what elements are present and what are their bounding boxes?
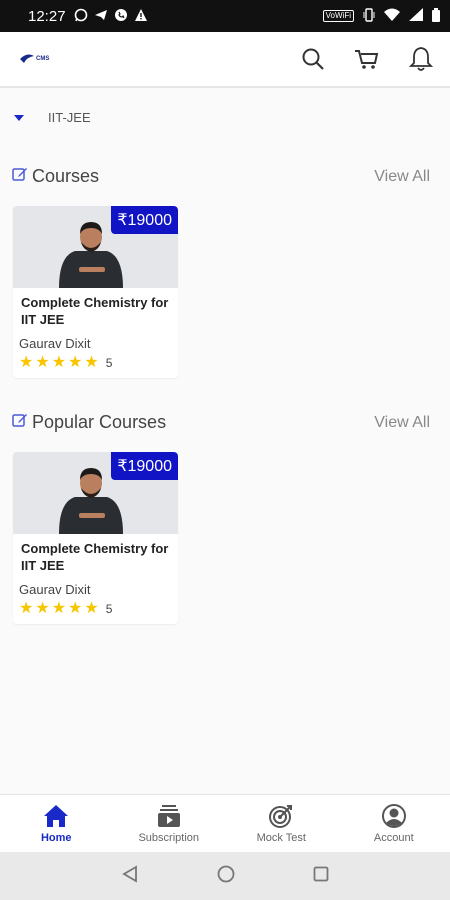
signal-icon — [409, 8, 423, 24]
star-icon: ★ — [84, 600, 99, 617]
status-bar: 12:27 VoWiFi — [0, 0, 450, 32]
bell-icon[interactable] — [408, 46, 434, 72]
star-icon: ★ — [35, 354, 50, 371]
home-icon — [44, 804, 69, 827]
course-card[interactable]: ₹19000 Complete Chemistry for IIT JEE Ga… — [13, 452, 178, 624]
system-nav-bar — [0, 852, 450, 900]
vowifi-badge: VoWiFi — [322, 10, 354, 22]
nav-item-label: Subscription — [138, 831, 200, 844]
app-logo[interactable]: CMS — [20, 54, 49, 64]
nav-item-label: Account — [373, 831, 414, 844]
courses-section-header: Courses View All — [12, 166, 430, 187]
back-icon[interactable] — [121, 864, 139, 888]
course-title: Complete Chemistry for IIT JEE — [21, 541, 169, 573]
edit-icon — [12, 166, 28, 187]
course-rating: ★ ★ ★ ★ ★ 5 — [19, 601, 178, 617]
nav-item-label: Mock Test — [256, 831, 306, 844]
account-icon — [381, 803, 406, 828]
dropdown-caret-icon — [14, 114, 24, 121]
header-actions — [300, 46, 434, 72]
cart-icon[interactable] — [354, 46, 380, 72]
popular-courses-section-header: Popular Courses View All — [12, 412, 430, 433]
bottom-nav: Home Subscription Mock Test Account — [0, 794, 450, 852]
star-icon: ★ — [51, 600, 67, 617]
wifi-icon — [384, 8, 400, 24]
star-icon: ★ — [51, 354, 67, 371]
view-all-link[interactable]: View All — [374, 168, 430, 186]
view-all-link[interactable]: View All — [374, 414, 430, 432]
section-title: Courses — [32, 166, 100, 186]
star-icon: ★ — [84, 354, 99, 371]
nav-item-subscription[interactable]: Subscription — [113, 795, 226, 852]
course-rating: ★ ★ ★ ★ ★ 5 — [19, 355, 178, 371]
nav-item-account[interactable]: Account — [338, 795, 450, 852]
phone-icon — [114, 8, 128, 25]
battery-icon — [432, 7, 440, 25]
category-dropdown[interactable]: IIT-JEE — [12, 110, 91, 125]
app-header: CMS — [0, 32, 450, 88]
rating-count: 5 — [105, 356, 113, 370]
nav-item-label: Home — [40, 831, 72, 844]
course-card[interactable]: ₹19000 Complete Chemistry for IIT JEE Ga… — [13, 206, 178, 378]
section-title: Popular Courses — [32, 412, 167, 432]
star-icon: ★ — [19, 354, 34, 371]
star-icon: ★ — [19, 600, 34, 617]
recents-icon[interactable] — [313, 866, 329, 887]
instructor-name: Gaurav Dixit — [19, 582, 91, 597]
home-circle-icon[interactable] — [217, 865, 235, 888]
instructor-name: Gaurav Dixit — [19, 336, 91, 351]
status-icons: VoWiFi — [322, 7, 440, 25]
course-thumbnail: ₹19000 — [13, 206, 178, 288]
edit-icon — [12, 412, 28, 433]
search-icon[interactable] — [300, 46, 326, 72]
category-label: IIT-JEE — [48, 110, 91, 125]
course-title: Complete Chemistry for IIT JEE — [21, 295, 169, 327]
vibrate-icon — [363, 7, 375, 25]
whatsapp-icon — [74, 8, 88, 25]
target-icon — [269, 804, 293, 828]
course-thumbnail: ₹19000 — [13, 452, 178, 534]
nav-item-home[interactable]: Home — [0, 795, 113, 852]
star-icon: ★ — [68, 600, 83, 617]
price-badge: ₹19000 — [111, 452, 178, 480]
logo-text: CMS — [36, 56, 50, 62]
rating-count: 5 — [105, 602, 113, 616]
star-icon: ★ — [35, 600, 50, 617]
star-icon: ★ — [68, 354, 83, 371]
telegram-icon — [94, 8, 108, 25]
logo-mark-icon — [20, 54, 34, 63]
nav-item-mock-test[interactable]: Mock Test — [225, 795, 338, 852]
warning-icon — [134, 8, 148, 25]
status-time: 12:27 — [28, 7, 66, 25]
price-badge: ₹19000 — [111, 206, 178, 234]
subscription-icon — [157, 804, 180, 827]
